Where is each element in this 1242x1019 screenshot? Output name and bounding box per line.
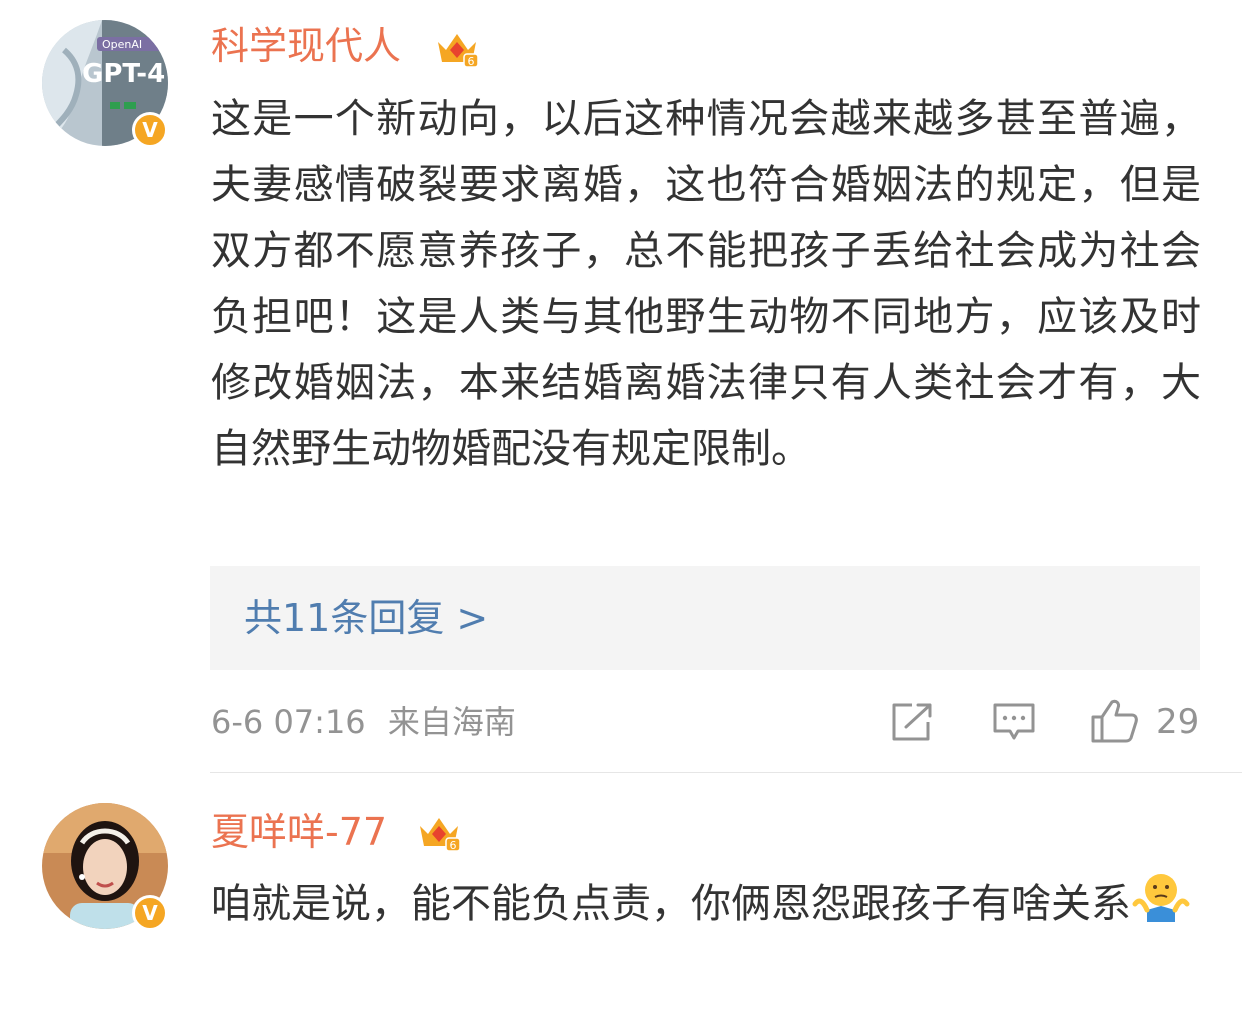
reply-summary-box[interactable]: 共11条回复 > xyxy=(210,566,1200,670)
reply-count-link[interactable]: 共11条回复 > xyxy=(244,596,488,640)
like-count: 29 xyxy=(1156,702,1200,742)
shrug-emoji xyxy=(1131,870,1191,942)
crown-level-icon: 6 xyxy=(438,34,479,68)
timestamp: 6-6 07:16 xyxy=(211,703,366,741)
location: 来自海南 xyxy=(387,703,516,741)
comment-meta: 6-6 07:16 来自海南 xyxy=(211,700,516,744)
comment-text: 这是一个新动向，以后这种情况会越来越多甚至普遍，夫妻感情破裂要求离婚，这也符合婚… xyxy=(211,96,1201,472)
verified-icon: V xyxy=(132,112,168,148)
comment-text-content: 咱就是说，能不能负点责，你俩恩怨跟孩子有啥关系 xyxy=(211,881,1131,927)
username[interactable]: 夏咩咩-77 xyxy=(211,810,387,854)
level-number: 6 xyxy=(450,839,457,852)
level-number: 6 xyxy=(468,55,475,68)
comment-text: 咱就是说，能不能负点责，你俩恩怨跟孩子有啥关系 xyxy=(211,870,1201,942)
comment-icon[interactable] xyxy=(992,702,1036,742)
comment-divider xyxy=(210,772,1242,773)
share-icon[interactable] xyxy=(890,702,934,742)
like-icon[interactable] xyxy=(1090,698,1140,744)
username[interactable]: 科学现代人 xyxy=(211,24,401,68)
verified-icon: V xyxy=(132,895,168,931)
crown-level-icon: 6 xyxy=(420,818,461,852)
avatar-model-text: GPT-4 xyxy=(82,59,165,89)
avatar-brand-text: OpenAI xyxy=(102,38,142,51)
